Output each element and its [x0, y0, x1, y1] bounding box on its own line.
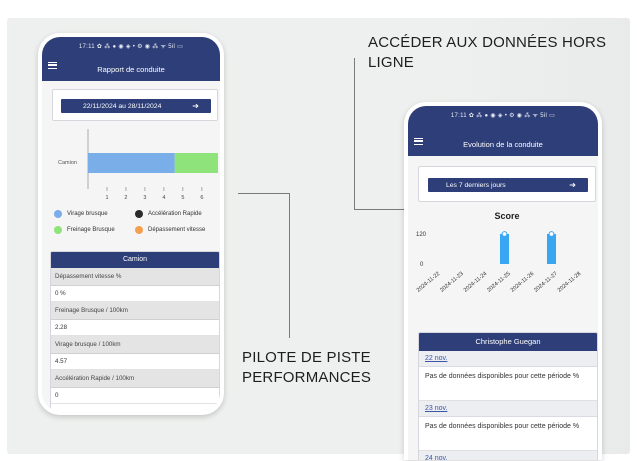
screen-title: Evolution de la conduite: [463, 140, 543, 149]
legend-label: Virage brusque: [67, 211, 108, 217]
table-row-label: Dépassement vitesse %: [51, 268, 219, 286]
date-range-card: 22/11/2024 au 28/11/2024 ➔: [52, 89, 218, 121]
legend-label: Freinage Brusque: [67, 227, 115, 233]
score-bar: [547, 234, 556, 264]
date-range-button[interactable]: 22/11/2024 au 28/11/2024 ➔: [61, 99, 211, 113]
legend-swatch: [135, 210, 143, 218]
legend-item: Freinage Brusque: [54, 226, 115, 234]
x-tick-label: 3: [143, 195, 146, 201]
driver-history-table: Christophe Guegan 22 nov. Pas de données…: [418, 332, 598, 460]
x-tick-label: 5: [181, 195, 184, 201]
no-data-message: Pas de données disponibles pour cette pé…: [419, 367, 597, 401]
x-tick-label: 2024-11-28: [557, 271, 582, 294]
vehicle-stats-table: Camion Dépassement vitesse % 0 % Freinag…: [50, 251, 220, 411]
no-data-message: Pas de données disponibles pour cette pé…: [419, 417, 597, 451]
legend-swatch: [135, 226, 143, 234]
x-tick-label: 2024-11-23: [439, 271, 464, 294]
app-bar: 17:11 ✿ ⁂ ● ◉ ◈ • ⚙ ◉ ⁂ ᯤ 5il ▭ Rapport …: [42, 37, 220, 81]
x-tick-label: 4: [162, 195, 165, 201]
status-bar: 17:11 ✿ ⁂ ● ◉ ◈ • ⚙ ◉ ⁂ ᯤ 5il ▭: [78, 44, 184, 50]
app-bar: 17:11 ✿ ⁂ ● ◉ ◈ • ⚙ ◉ ⁂ ᯤ 5il ▭ Evolutio…: [408, 106, 598, 156]
x-tick-label: 2024-11-24: [463, 271, 488, 294]
x-tick-label: 1: [105, 195, 108, 201]
connector-line: [238, 193, 290, 194]
x-tick-label: 6: [200, 195, 203, 201]
status-bar: 17:11 ✿ ⁂ ● ◉ ◈ • ⚙ ◉ ⁂ ᯤ 5il ▭: [450, 113, 556, 119]
caption-offline-access: ACCÉDER AUX DONNÉES HORS LIGNE: [368, 34, 607, 71]
date-link[interactable]: 23 nov.: [419, 401, 597, 417]
x-tick-label: 2024-11-26: [510, 271, 535, 294]
table-header: Christophe Guegan: [419, 333, 597, 351]
x-tick-label: 2024-11-25: [486, 271, 511, 294]
stacked-bar-chart: Camion 1 2 3 4 5 6: [58, 129, 218, 201]
legend-label: Dépassement vitesse: [148, 227, 206, 233]
bar-segment: [174, 153, 218, 173]
screen-title: Rapport de conduite: [97, 65, 165, 74]
arrow-right-icon: ➔: [569, 180, 576, 190]
table-row-label: Virage brusque / 100km: [51, 336, 219, 354]
score-bar: [500, 234, 509, 264]
legend-item: Dépassement vitesse: [135, 226, 205, 234]
legend-swatch: [54, 210, 62, 218]
x-tick-label: 2024-11-27: [533, 271, 558, 294]
table-row-value: 0: [51, 388, 219, 404]
connector-line: [354, 58, 355, 210]
phone-driving-evolution: 17:11 ✿ ⁂ ● ◉ ◈ • ⚙ ◉ ⁂ ᯤ 5il ▭ Evolutio…: [404, 102, 602, 460]
date-link[interactable]: 24 nov.: [419, 451, 597, 460]
table-row-value: 4.57: [51, 354, 219, 370]
table-row-label: Accélération Rapide / 100km: [51, 370, 219, 388]
score-bar-chart: Score12002024-11-222024-11-232024-11-242…: [416, 211, 582, 294]
arrow-right-icon: ➔: [192, 101, 199, 111]
phone-driving-report: 17:11 ✿ ⁂ ● ◉ ◈ • ⚙ ◉ ⁂ ᯤ 5il ▭ Rapport …: [38, 33, 224, 415]
bar-cap-marker: [501, 231, 508, 237]
period-button[interactable]: Les 7 derniers jours ➔: [428, 178, 588, 192]
x-tick-label: 2: [124, 195, 127, 201]
x-tick-label: 2024-11-22: [416, 271, 441, 294]
connector-line: [354, 209, 406, 210]
table-row-label: Freinage Brusque / 100km: [51, 302, 219, 320]
legend-label: Accélération Rapide: [148, 211, 202, 217]
table-row-value: 2.28: [51, 320, 219, 336]
category-label: Camion: [58, 160, 77, 166]
caption-performance: PILOTE DE PISTE PERFORMANCES: [242, 349, 372, 386]
y-tick-label: 0: [420, 262, 424, 268]
date-link[interactable]: 22 nov.: [419, 351, 597, 367]
period-card: Les 7 derniers jours ➔: [418, 166, 596, 202]
legend-item: Virage brusque: [54, 210, 108, 218]
connector-line: [289, 193, 290, 338]
legend-item: Accélération Rapide: [135, 210, 202, 218]
date-range-label: 22/11/2024 au 28/11/2024: [83, 102, 162, 110]
y-tick-label: 120: [416, 232, 427, 238]
table-row-value: 0 %: [51, 286, 219, 302]
period-label: Les 7 derniers jours: [446, 181, 506, 189]
bar-cap-marker: [548, 231, 555, 237]
legend-swatch: [54, 226, 62, 234]
table-header: Camion: [51, 252, 219, 268]
chart-title: Score: [494, 211, 519, 221]
bar-segment: [88, 153, 175, 173]
